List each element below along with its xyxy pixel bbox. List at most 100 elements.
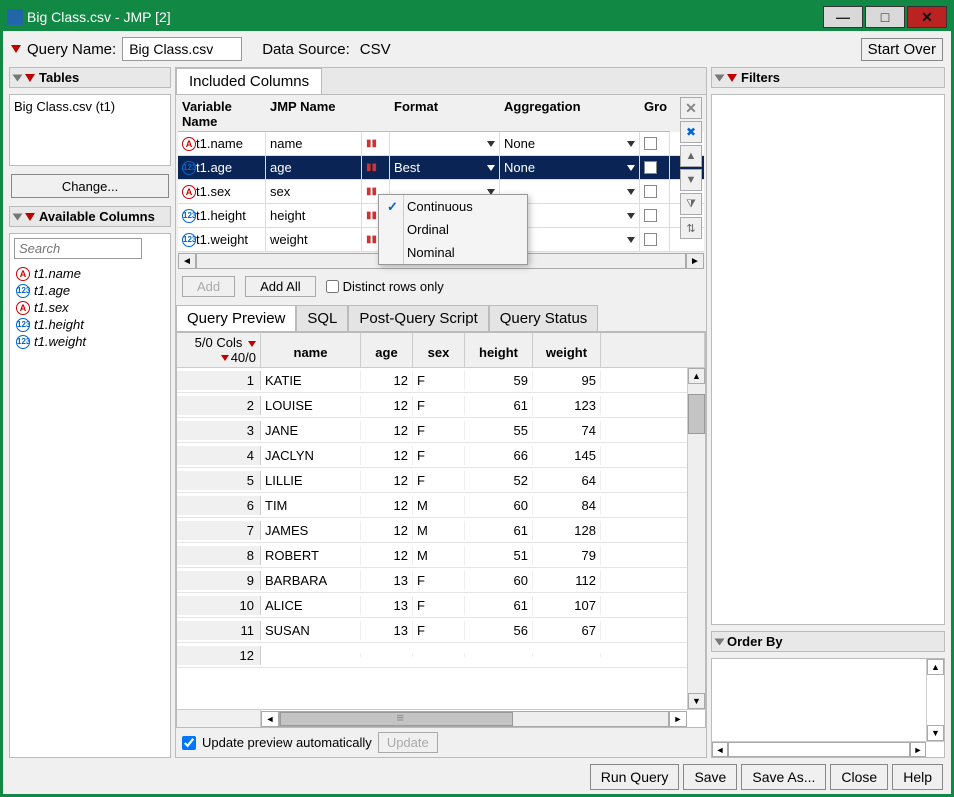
available-column-item[interactable]: 123t1.weight xyxy=(16,333,164,350)
save-as-button[interactable]: Save As... xyxy=(741,764,826,790)
menu-item-ordinal[interactable]: Ordinal xyxy=(379,218,527,241)
preview-scroll-left[interactable]: ◄ xyxy=(261,711,279,727)
orderby-hscroll[interactable] xyxy=(728,742,910,757)
preview-tab[interactable]: SQL xyxy=(296,305,348,331)
filter-button[interactable]: ⧩ xyxy=(680,193,702,215)
filters-panel[interactable] xyxy=(711,94,945,625)
orderby-scroll-up[interactable]: ▲ xyxy=(927,659,944,675)
preview-header-weight[interactable]: weight xyxy=(533,333,601,368)
preview-header-height[interactable]: height xyxy=(465,333,533,368)
modeling-type-menu[interactable]: ContinuousOrdinalNominal xyxy=(378,194,528,265)
collapse-icon[interactable] xyxy=(13,213,23,220)
maximize-button[interactable]: □ xyxy=(865,6,905,28)
available-columns-heading[interactable]: Available Columns xyxy=(9,206,171,227)
preview-row[interactable]: 7JAMES12M61128 xyxy=(177,518,705,543)
help-button[interactable]: Help xyxy=(892,764,943,790)
query-name-input[interactable] xyxy=(122,37,242,61)
included-column-row[interactable]: A t1.namename▮▮None xyxy=(178,132,704,156)
tables-list[interactable]: Big Class.csv (t1) xyxy=(9,94,171,166)
preview-scroll-up[interactable]: ▲ xyxy=(688,368,705,384)
preview-scroll-down[interactable]: ▼ xyxy=(688,693,705,709)
preview-header-name[interactable]: name xyxy=(261,333,361,368)
preview-vscroll-thumb[interactable] xyxy=(688,394,705,434)
group-checkbox[interactable] xyxy=(644,185,657,198)
preview-row[interactable]: 10ALICE13F61107 xyxy=(177,593,705,618)
distinct-rows-checkbox[interactable]: Distinct rows only xyxy=(326,279,444,294)
tab-included-columns[interactable]: Included Columns xyxy=(176,68,322,94)
run-query-button[interactable]: Run Query xyxy=(590,764,680,790)
preview-row[interactable]: 9BARBARA13F60112 xyxy=(177,568,705,593)
update-button[interactable]: Update xyxy=(378,732,438,753)
available-column-item[interactable]: 123t1.height xyxy=(16,316,164,333)
minimize-button[interactable]: — xyxy=(823,6,863,28)
group-checkbox[interactable] xyxy=(644,137,657,150)
scroll-right-button[interactable]: ► xyxy=(686,253,704,269)
order-by-heading[interactable]: Order By xyxy=(711,631,945,652)
menu-item-continuous[interactable]: Continuous xyxy=(379,195,527,218)
preview-row[interactable]: 11SUSAN13F5667 xyxy=(177,618,705,643)
preview-row[interactable]: 2LOUISE12F61123 xyxy=(177,393,705,418)
add-button[interactable]: Add xyxy=(182,276,235,297)
move-down-button[interactable]: ▼ xyxy=(680,169,702,191)
order-by-panel[interactable]: ▲ ▼ ◄ ► xyxy=(711,658,945,758)
remove-column-button[interactable]: ✕ xyxy=(680,97,702,119)
aggregation-dropdown[interactable]: None xyxy=(500,132,640,155)
query-menu-icon[interactable] xyxy=(11,45,21,53)
group-checkbox[interactable] xyxy=(644,209,657,222)
orderby-scroll-down[interactable]: ▼ xyxy=(927,725,944,741)
preview-row[interactable]: 1KATIE12F5995 xyxy=(177,368,705,393)
preview-row[interactable]: 3JANE12F5574 xyxy=(177,418,705,443)
update-auto-checkbox[interactable] xyxy=(182,736,196,750)
collapse-icon[interactable] xyxy=(715,74,725,81)
preview-scroll-right[interactable]: ► xyxy=(669,711,687,727)
preview-row[interactable]: 12 xyxy=(177,643,705,668)
rows-menu-icon[interactable] xyxy=(221,355,229,361)
preview-row[interactable]: 8ROBERT12M5179 xyxy=(177,543,705,568)
add-all-button[interactable]: Add All xyxy=(245,276,315,297)
close-button[interactable]: ✕ xyxy=(907,6,947,28)
aggregation-dropdown[interactable]: None xyxy=(500,156,640,179)
close-dialog-button[interactable]: Close xyxy=(830,764,888,790)
start-over-button[interactable]: Start Over xyxy=(861,38,943,61)
table-item[interactable]: Big Class.csv (t1) xyxy=(14,99,166,114)
preview-tab[interactable]: Query Preview xyxy=(176,305,296,331)
preview-tab[interactable]: Post-Query Script xyxy=(348,305,488,331)
tables-menu-icon[interactable] xyxy=(25,74,35,82)
collapse-icon[interactable] xyxy=(715,638,725,645)
filters-menu-icon[interactable] xyxy=(727,74,737,82)
filters-heading[interactable]: Filters xyxy=(711,67,945,88)
orderby-scroll-left[interactable]: ◄ xyxy=(712,742,728,757)
avail-menu-icon[interactable] xyxy=(25,213,35,221)
preview-hscroll[interactable] xyxy=(279,711,669,727)
format-dropdown[interactable]: Best xyxy=(390,156,500,179)
collapse-icon[interactable] xyxy=(13,74,23,81)
move-up-button[interactable]: ▲ xyxy=(680,145,702,167)
save-button[interactable]: Save xyxy=(683,764,737,790)
preview-row[interactable]: 5LILLIE12F5264 xyxy=(177,468,705,493)
preview-row[interactable]: 4JACLYN12F66145 xyxy=(177,443,705,468)
included-column-row[interactable]: 123 t1.ageage▮▮BestNone xyxy=(178,156,704,180)
search-input[interactable] xyxy=(14,238,142,259)
format-dropdown[interactable] xyxy=(390,132,500,155)
group-checkbox[interactable] xyxy=(644,161,657,174)
available-column-item[interactable]: At1.name xyxy=(16,265,164,282)
modeling-type-icon[interactable]: ▮▮ xyxy=(362,156,390,179)
remove-all-button[interactable]: ✖︎ xyxy=(680,121,702,143)
preview-header-sex[interactable]: sex xyxy=(413,333,465,368)
cols-menu-icon[interactable] xyxy=(248,341,256,347)
preview-row[interactable]: 6TIM12M6084 xyxy=(177,493,705,518)
menu-item-nominal[interactable]: Nominal xyxy=(379,241,527,264)
orderby-scroll-right[interactable]: ► xyxy=(910,742,926,757)
tables-heading[interactable]: Tables xyxy=(9,67,171,88)
preview-hscroll-thumb[interactable] xyxy=(280,712,513,726)
preview-header-age[interactable]: age xyxy=(361,333,413,368)
group-checkbox[interactable] xyxy=(644,233,657,246)
available-column-item[interactable]: 123t1.age xyxy=(16,282,164,299)
available-column-item[interactable]: At1.sex xyxy=(16,299,164,316)
modeling-type-icon[interactable]: ▮▮ xyxy=(362,132,390,155)
sort-button[interactable]: ⇅ xyxy=(680,217,702,239)
app-icon xyxy=(7,9,23,25)
preview-tab[interactable]: Query Status xyxy=(489,305,599,331)
scroll-left-button[interactable]: ◄ xyxy=(178,253,196,269)
change-button[interactable]: Change... xyxy=(11,174,169,198)
